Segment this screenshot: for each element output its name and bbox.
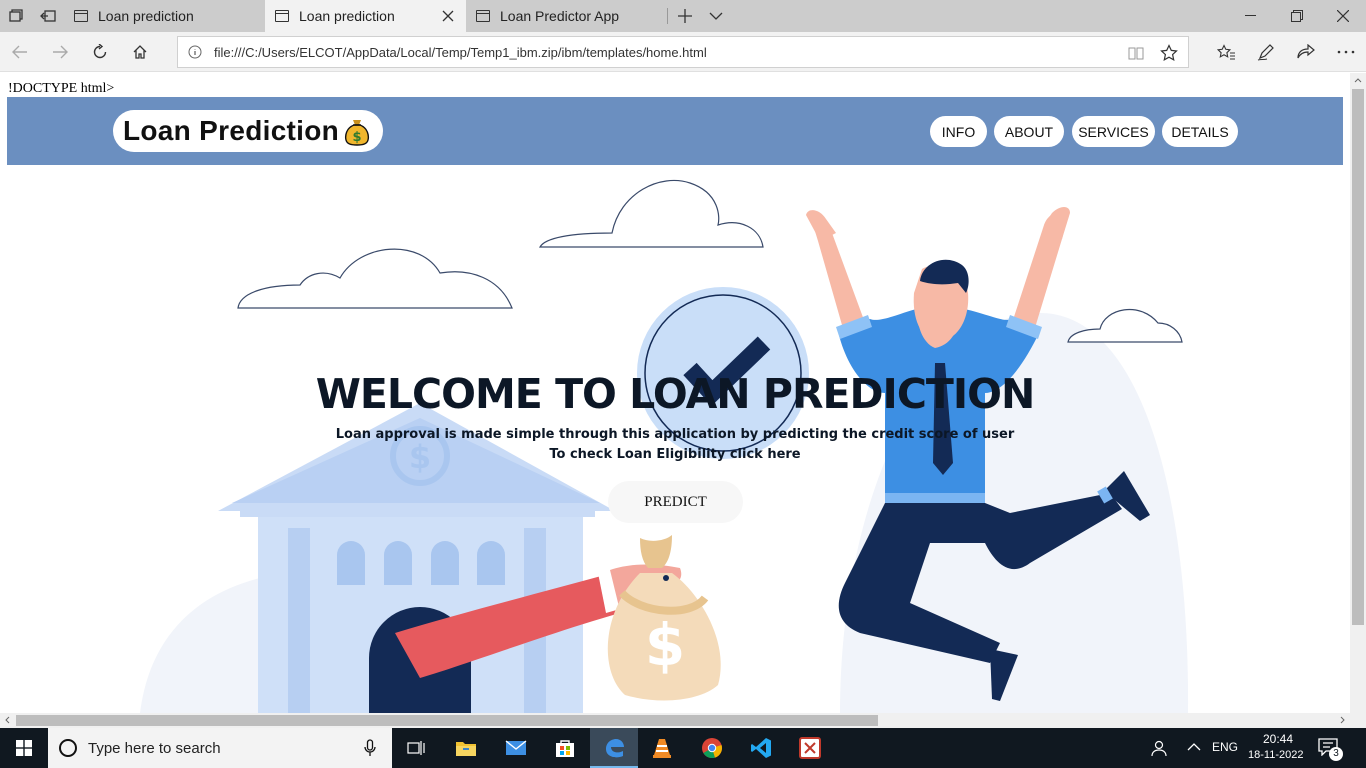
vscode-icon[interactable]: [737, 728, 785, 768]
doctype-text: !DOCTYPE html>: [8, 81, 115, 96]
minimize-icon[interactable]: [1228, 0, 1274, 32]
vertical-scroll-thumb[interactable]: [1352, 89, 1364, 625]
forward-icon[interactable]: [40, 36, 80, 68]
nav-about[interactable]: ABOUT: [994, 116, 1064, 147]
edge-browser-icon[interactable]: [590, 728, 638, 768]
cloud-top: [538, 179, 764, 248]
site-navbar: Loan Prediction $ INFO ABOUT SERVICES DE…: [7, 97, 1343, 165]
share-icon[interactable]: [1286, 36, 1326, 68]
nav-info[interactable]: INFO: [930, 116, 987, 147]
close-window-icon[interactable]: [1320, 0, 1366, 32]
search-placeholder: Type here to search: [88, 739, 221, 757]
back-icon[interactable]: [0, 36, 40, 68]
vertical-scrollbar[interactable]: [1350, 73, 1366, 713]
chrome-icon[interactable]: [688, 728, 736, 768]
task-view-icon[interactable]: [392, 728, 440, 768]
scroll-up-icon[interactable]: [1354, 77, 1362, 83]
money-bag-icon: $: [345, 120, 370, 146]
windows-taskbar: Type here to search ENG 20:44 18-11-2022…: [0, 728, 1366, 768]
taskbar-search[interactable]: Type here to search: [48, 728, 392, 768]
hero-subtitle: Loan approval is made simple through thi…: [335, 427, 1015, 442]
page-viewport: !DOCTYPE html> Loan Prediction $ INFO AB…: [0, 73, 1350, 713]
cortana-icon: [59, 739, 77, 757]
url-field[interactable]: file:///C:/Users/ELCOT/AppData/Local/Tem…: [177, 36, 1189, 68]
restore-icon[interactable]: [1274, 0, 1320, 32]
scrollbar-corner: [1350, 713, 1366, 728]
more-icon[interactable]: [1326, 36, 1366, 68]
predict-button[interactable]: PREDICT: [608, 481, 743, 523]
language-indicator[interactable]: ENG: [1212, 740, 1238, 754]
brand-logo[interactable]: Loan Prediction $: [113, 110, 384, 152]
nav-services[interactable]: SERVICES: [1072, 116, 1155, 147]
horizontal-scrollbar[interactable]: [0, 713, 1350, 728]
windows-logo-icon: [16, 740, 32, 756]
store-icon[interactable]: [541, 728, 589, 768]
tab-actions-icon[interactable]: [0, 0, 32, 32]
cloud-left: [237, 248, 513, 309]
clock-date[interactable]: 18-11-2022: [1248, 749, 1303, 761]
address-bar: file:///C:/Users/ELCOT/AppData/Local/Tem…: [0, 32, 1366, 72]
tab-loan-prediction-1[interactable]: Loan prediction: [64, 0, 265, 32]
favorites-icon[interactable]: [1206, 36, 1246, 68]
scroll-left-icon[interactable]: [4, 716, 10, 724]
tab-label: Loan prediction: [299, 8, 395, 24]
close-tab-icon[interactable]: [440, 8, 456, 24]
browser-tab-bar: Loan prediction Loan prediction Loan Pre…: [0, 0, 1366, 32]
page-icon: [275, 10, 289, 22]
svg-text:$: $: [353, 130, 362, 145]
tab-label: Loan Predictor App: [500, 8, 620, 24]
refresh-icon[interactable]: [80, 36, 120, 68]
people-icon[interactable]: [1150, 739, 1168, 757]
web-note-icon[interactable]: [1246, 36, 1286, 68]
home-icon[interactable]: [120, 36, 160, 68]
show-hidden-icons-chevron-icon[interactable]: [1187, 742, 1201, 752]
cloud-right: [1067, 308, 1183, 343]
page-icon: [74, 10, 88, 22]
notification-badge: 3: [1329, 747, 1343, 761]
page-icon: [476, 10, 490, 22]
mail-icon[interactable]: [492, 728, 540, 768]
snipping-tool-icon[interactable]: [786, 728, 834, 768]
url-text: file:///C:/Users/ELCOT/AppData/Local/Tem…: [214, 44, 707, 60]
info-icon[interactable]: [188, 45, 202, 59]
tab-loan-prediction-2[interactable]: Loan prediction: [265, 0, 466, 32]
vlc-icon[interactable]: [638, 728, 686, 768]
reading-view-icon[interactable]: [1128, 45, 1144, 61]
tab-preview-chevron-icon[interactable]: [700, 0, 732, 32]
tab-loan-predictor-app[interactable]: Loan Predictor App: [466, 0, 667, 32]
start-button[interactable]: [0, 728, 48, 768]
tab-label: Loan prediction: [98, 8, 194, 24]
hero-cta-text: To check Loan Eligibility click here: [549, 447, 801, 462]
horizontal-scroll-thumb[interactable]: [16, 715, 878, 726]
file-explorer-icon[interactable]: [442, 728, 490, 768]
action-center-button[interactable]: 3: [1318, 738, 1344, 761]
microphone-icon[interactable]: [364, 739, 376, 757]
clock-time[interactable]: 20:44: [1263, 732, 1293, 746]
favorite-star-icon[interactable]: [1160, 44, 1178, 62]
new-tab-icon[interactable]: [669, 0, 701, 32]
nav-details[interactable]: DETAILS: [1162, 116, 1238, 147]
brand-title: Loan Prediction: [123, 115, 340, 146]
hero-title: WELCOME TO LOAN PREDICTION: [315, 370, 1036, 418]
scroll-right-icon[interactable]: [1340, 716, 1346, 724]
set-tabs-aside-icon[interactable]: [32, 0, 64, 32]
svg-text:$: $: [645, 611, 685, 679]
